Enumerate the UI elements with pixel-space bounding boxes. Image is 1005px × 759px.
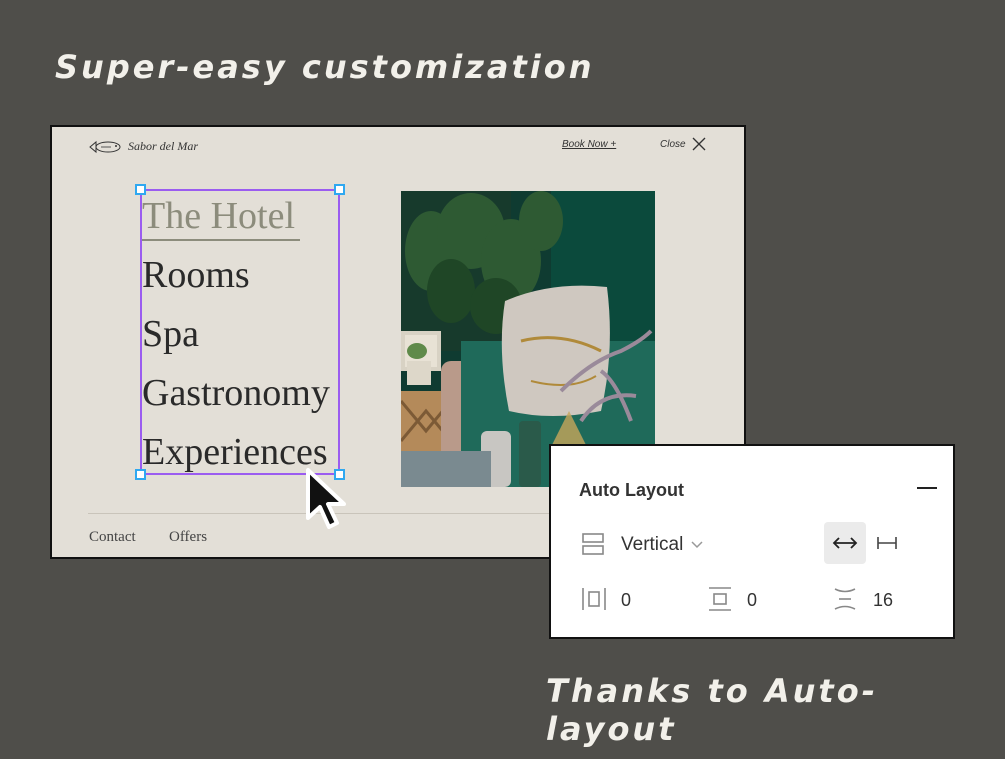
close-label: Close: [660, 138, 686, 150]
interior-image: [401, 191, 655, 487]
menu-item-rooms[interactable]: Rooms: [142, 256, 250, 294]
minus-icon[interactable]: [917, 487, 937, 489]
hug-horizontal-button[interactable]: [824, 522, 866, 564]
fish-logo-icon: [89, 140, 121, 154]
brand-name[interactable]: Sabor del Mar: [128, 139, 198, 154]
site-header: Sabor del Mar Book Now + Close: [88, 137, 708, 157]
vertical-stack-icon[interactable]: [581, 532, 605, 556]
menu-item-gastronomy[interactable]: Gastronomy: [142, 374, 330, 412]
headline-bottom: Thanks to Auto-layout: [546, 672, 878, 748]
direction-value: Vertical: [621, 534, 684, 555]
hug-horizontal-icon: [832, 537, 858, 549]
panel-title: Auto Layout: [579, 480, 684, 500]
chevron-down-icon: [691, 541, 703, 549]
arrow-pointer-icon: [306, 468, 346, 529]
spacing-between-icon: [834, 588, 856, 610]
hotel-photo: [401, 191, 655, 487]
direction-dropdown[interactable]: Vertical: [621, 534, 703, 556]
close-button[interactable]: Close: [660, 137, 706, 151]
active-underline: [142, 239, 300, 241]
auto-layout-panel: Auto Layout Vertical 0 0 16: [549, 444, 955, 639]
headline-top: Super-easy customization: [55, 48, 595, 86]
menu-item-the-hotel[interactable]: The Hotel: [142, 197, 295, 235]
book-now-link[interactable]: Book Now +: [562, 139, 616, 150]
footer-link-offers[interactable]: Offers: [169, 529, 207, 546]
menu-item-experiences[interactable]: Experiences: [142, 433, 328, 471]
spacing-value[interactable]: 16: [873, 590, 893, 611]
footer-link-contact[interactable]: Contact: [89, 529, 136, 546]
close-icon: [692, 137, 706, 151]
vertical-padding-value[interactable]: 0: [747, 590, 757, 611]
fixed-width-icon[interactable]: [875, 532, 899, 554]
nav-menu: The Hotel Rooms Spa Gastronomy Experienc…: [140, 189, 340, 479]
horizontal-padding-icon: [582, 588, 606, 610]
horizontal-padding-value[interactable]: 0: [621, 590, 631, 611]
vertical-padding-icon: [709, 587, 731, 611]
menu-item-spa[interactable]: Spa: [142, 315, 199, 353]
